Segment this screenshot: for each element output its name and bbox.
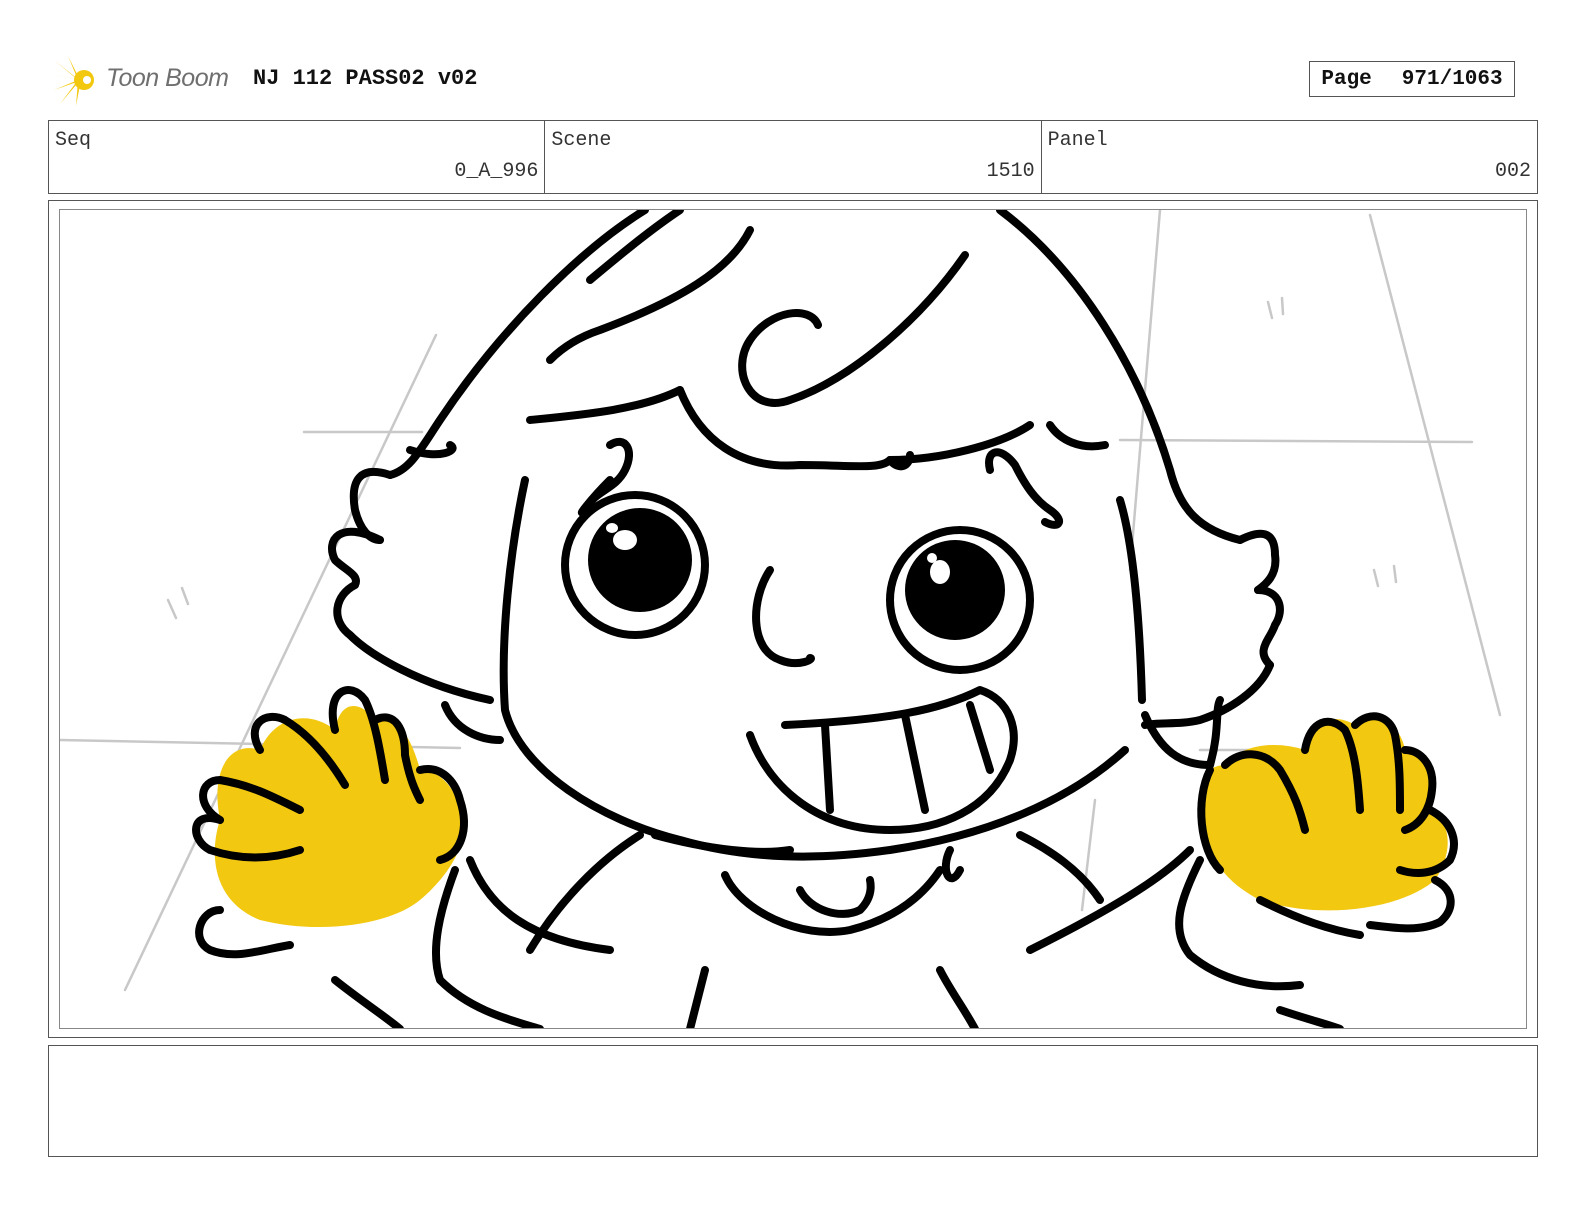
- shot-info-row: Seq 0_A_996 Scene 1510 Panel 002: [48, 120, 1538, 194]
- panel-label: Panel: [1047, 129, 1108, 152]
- storyboard-drawing-area: [59, 209, 1527, 1029]
- scene-value: 1510: [986, 160, 1035, 183]
- seq-label: Seq: [55, 129, 92, 152]
- page-label: Page: [1321, 67, 1372, 91]
- panel-notes-box: [48, 1045, 1538, 1157]
- storyboard-panel-frame: [48, 200, 1538, 1038]
- scene-cell: Scene 1510: [545, 121, 1042, 193]
- toon-boom-logo: Toon Boom: [50, 52, 240, 108]
- girl-sketch-illustration: [60, 210, 1502, 1028]
- page-number: 971/1063: [1401, 67, 1503, 91]
- toon-boom-starburst-icon: [52, 56, 94, 106]
- scene-label: Scene: [551, 129, 612, 152]
- panel-cell: Panel 002: [1042, 121, 1537, 193]
- seq-value: 0_A_996: [454, 160, 539, 183]
- panel-value: 002: [1494, 160, 1531, 183]
- seq-cell: Seq 0_A_996: [49, 121, 546, 193]
- page-header: Toon Boom NJ 112 PASS02 v02 Page 971/106…: [48, 52, 1538, 108]
- document-title: NJ 112 PASS02 v02: [253, 66, 478, 91]
- logo-text: Toon Boom: [106, 64, 229, 92]
- page-indicator: Page 971/1063: [1309, 61, 1515, 97]
